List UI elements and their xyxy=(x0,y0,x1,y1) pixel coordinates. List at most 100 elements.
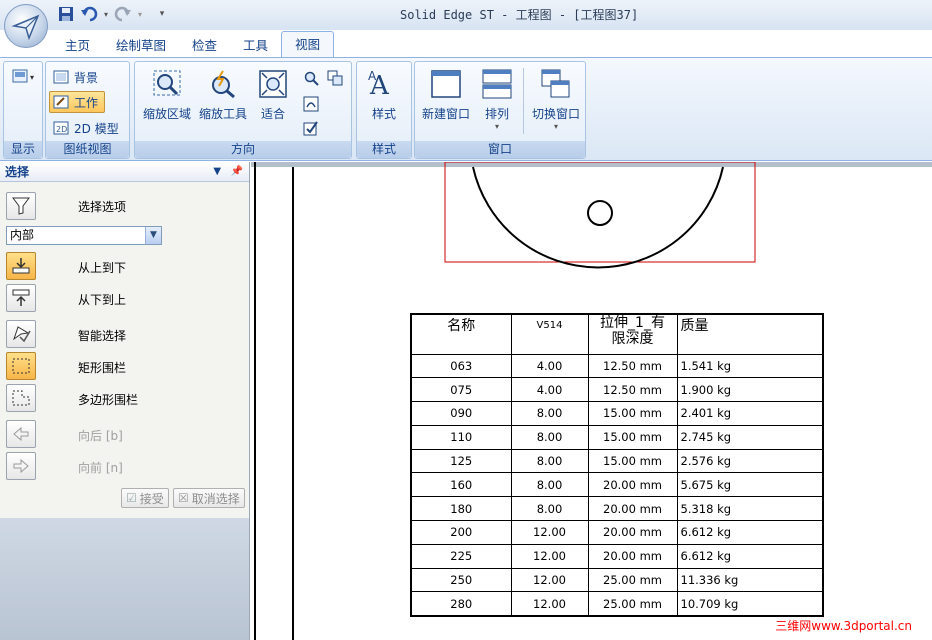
cancel-selection-button[interactable]: ☒ 取消选择 xyxy=(173,488,245,508)
top-down-row xyxy=(6,252,36,280)
accept-check-icon: ☑ xyxy=(126,491,137,505)
undo-icon[interactable] xyxy=(79,4,99,24)
cell-v514: 8.00 xyxy=(510,424,589,450)
solid-edge-window: ▾ ▾ ▾ Solid Edge ST - 工程图 - [工程图37] 主页 绘… xyxy=(0,0,932,640)
panel-empty-area xyxy=(0,518,249,640)
zoom-icon[interactable] xyxy=(301,68,321,88)
arrange-button[interactable]: 排列 ▾ xyxy=(477,68,517,131)
pin-icon[interactable]: 📌 xyxy=(231,166,243,177)
select-options-label[interactable]: 选择选项 xyxy=(78,198,126,215)
cell-mass: 11.336 kg xyxy=(676,567,824,593)
fit-button[interactable]: 适合 xyxy=(251,68,295,122)
2d-model-button[interactable]: 2D 2D 模型 xyxy=(50,117,122,139)
group-display-label: 显示 xyxy=(4,141,42,158)
svg-text:A: A xyxy=(368,69,377,83)
panel-title: 选择 xyxy=(5,165,30,179)
display-options-button[interactable]: ▾ xyxy=(9,67,37,87)
style-label: 样式 xyxy=(371,107,396,121)
top-down-label[interactable]: 从上到下 xyxy=(78,259,126,276)
save-icon[interactable] xyxy=(56,4,76,24)
bottom-up-row xyxy=(6,284,36,312)
table-row[interactable]: 225 12.00 20.00 mm 6.612 kg xyxy=(410,543,824,569)
cell-name: 063 xyxy=(410,353,512,379)
bottom-up-label[interactable]: 从下到上 xyxy=(78,291,126,308)
zoom-tool-button[interactable]: 缩放工具 xyxy=(195,68,251,122)
customize-qat-icon[interactable]: ▾ xyxy=(155,4,169,24)
table-row[interactable]: 280 12.00 25.00 mm 10.709 kg xyxy=(410,591,824,617)
cell-v514: 8.00 xyxy=(510,472,589,498)
flange-outline[interactable] xyxy=(472,166,724,269)
window-group-separator xyxy=(523,68,524,134)
select-options-row xyxy=(6,192,36,220)
tab-view[interactable]: 视图 xyxy=(281,31,335,58)
polygon-fence-row xyxy=(6,384,36,412)
style-button[interactable]: AA 样式 xyxy=(361,68,407,122)
cell-depth: 15.00 mm xyxy=(587,424,678,450)
table-row[interactable]: 200 12.00 20.00 mm 6.612 kg xyxy=(410,520,824,545)
cell-v514: 8.00 xyxy=(510,496,589,522)
cell-name: 200 xyxy=(410,520,512,545)
filter-dropdown-icon[interactable]: ▼ xyxy=(145,227,161,244)
group-sheet-view: 背景 工作 2D 2D 模型 图纸视图 xyxy=(45,61,130,159)
redo-dropdown-icon[interactable]: ▾ xyxy=(136,4,144,24)
parts-table[interactable]: 名称 V514 拉伸_1_有 限深度 质量 063 4.00 12.50 mm 1.5… xyxy=(410,313,824,617)
arrange-label: 排列 xyxy=(484,107,509,121)
background-button[interactable]: 背景 xyxy=(50,66,101,88)
cell-v514: 12.00 xyxy=(510,591,589,617)
zoom-area-button[interactable]: 缩放区域 xyxy=(139,68,195,122)
background-label: 背景 xyxy=(74,70,99,85)
drawing-canvas[interactable]: 名称 V514 拉伸_1_有 限深度 质量 063 4.00 12.50 mm 1.5… xyxy=(251,162,932,640)
cell-v514: 8.00 xyxy=(510,448,589,474)
group-window: 新建窗口 排列 ▾ 切换窗口 ▾ 窗口 xyxy=(414,61,586,159)
filter-combobox[interactable]: 内部 ▼ xyxy=(6,226,162,245)
application-button-icon[interactable] xyxy=(4,4,48,48)
switch-window-dropdown-icon: ▾ xyxy=(553,122,558,131)
smart-select-label[interactable]: 智能选择 xyxy=(78,327,126,344)
tab-home[interactable]: 主页 xyxy=(52,34,103,58)
named-view-icon[interactable] xyxy=(301,118,321,138)
table-row[interactable]: 160 8.00 20.00 mm 5.675 kg xyxy=(410,472,824,498)
tab-sketch[interactable]: 绘制草图 xyxy=(103,34,179,58)
back-row xyxy=(6,420,36,448)
rectangle-fence-icon[interactable] xyxy=(6,352,36,380)
switch-window-button[interactable]: 切换窗口 ▾ xyxy=(527,68,585,131)
cell-mass: 5.318 kg xyxy=(676,496,824,522)
tab-tools[interactable]: 工具 xyxy=(230,34,281,58)
bolt-hole[interactable] xyxy=(587,200,613,226)
select-options-icon[interactable] xyxy=(6,192,36,220)
new-window-button[interactable]: 新建窗口 xyxy=(417,68,475,122)
cell-mass: 1.900 kg xyxy=(676,377,824,403)
table-row[interactable]: 090 8.00 15.00 mm 2.401 kg xyxy=(410,401,824,426)
group-window-label: 窗口 xyxy=(415,141,585,158)
cell-name: 160 xyxy=(410,472,512,498)
accept-button[interactable]: ☑ 接受 xyxy=(121,488,169,508)
smart-select-icon[interactable] xyxy=(6,320,36,348)
undo-dropdown-icon[interactable]: ▾ xyxy=(102,4,110,24)
polygon-fence-icon[interactable] xyxy=(6,384,36,412)
background-icon xyxy=(53,70,69,84)
table-row[interactable]: 075 4.00 12.50 mm 1.900 kg xyxy=(410,377,824,403)
table-row[interactable]: 110 8.00 15.00 mm 2.745 kg xyxy=(410,424,824,450)
bottom-up-icon[interactable] xyxy=(6,284,36,312)
view-copy-icon[interactable] xyxy=(325,68,345,88)
zoom-area-icon xyxy=(151,68,183,100)
working-button[interactable]: 工作 xyxy=(49,91,105,113)
top-down-icon[interactable] xyxy=(6,252,36,280)
window-title: Solid Edge ST - 工程图 - [工程图37] xyxy=(400,8,639,22)
cell-mass: 2.576 kg xyxy=(676,448,824,474)
table-row[interactable]: 250 12.00 25.00 mm 11.336 kg xyxy=(410,567,824,593)
ribbon-tabs: 主页 绘制草图 检查 工具 视图 xyxy=(52,30,335,58)
panel-menu-icon[interactable]: ▼ xyxy=(213,166,221,177)
pan-icon[interactable] xyxy=(301,94,321,114)
table-row[interactable]: 180 8.00 20.00 mm 5.318 kg xyxy=(410,496,824,522)
polygon-fence-label[interactable]: 多边形围栏 xyxy=(78,391,138,408)
redo-icon[interactable] xyxy=(113,4,133,24)
rectangle-fence-label[interactable]: 矩形围栏 xyxy=(78,359,126,376)
cell-depth: 25.00 mm xyxy=(587,591,678,617)
col-header-name: 名称 xyxy=(410,313,512,355)
cell-mass: 5.675 kg xyxy=(676,472,824,498)
table-row[interactable]: 125 8.00 15.00 mm 2.576 kg xyxy=(410,448,824,474)
tab-inspect[interactable]: 检查 xyxy=(179,34,230,58)
zoom-tool-icon xyxy=(207,68,239,100)
table-row[interactable]: 063 4.00 12.50 mm 1.541 kg xyxy=(410,353,824,379)
